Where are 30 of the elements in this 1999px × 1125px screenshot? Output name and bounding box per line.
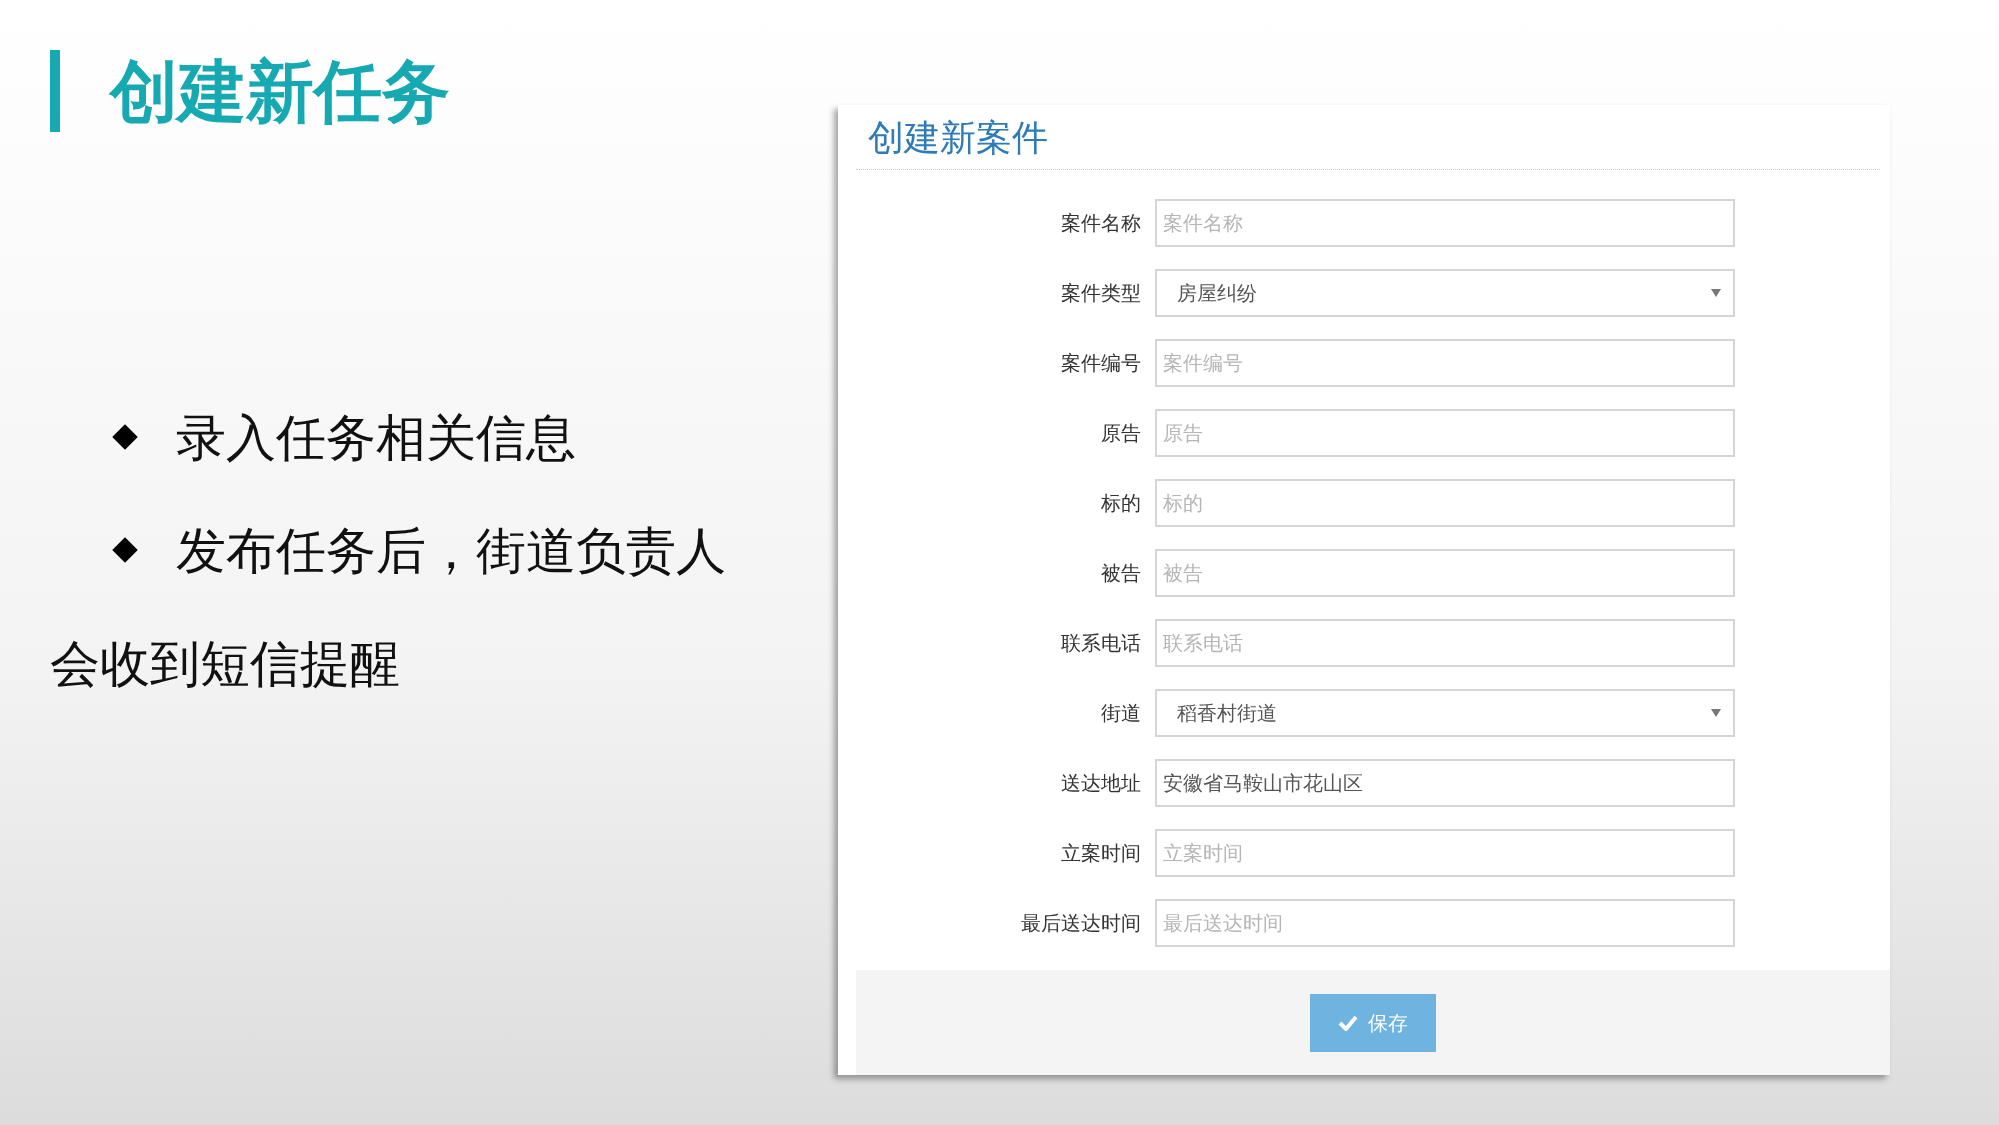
field-label: 送达地址 bbox=[1060, 771, 1142, 796]
input-field[interactable]: 最后送达时间 bbox=[1155, 899, 1735, 947]
field-label: 被告 bbox=[1100, 561, 1142, 586]
field-label: 联系电话 bbox=[1060, 631, 1142, 656]
bullet-text: 录入任务相关信息 bbox=[176, 410, 576, 466]
bullet-text: 发布任务后，街道负责人 bbox=[176, 523, 726, 579]
field-label: 案件编号 bbox=[1060, 351, 1142, 376]
field-label: 案件名称 bbox=[1060, 211, 1142, 236]
form-title: 创建新案件 bbox=[867, 116, 1049, 160]
input-field[interactable]: 安徽省马鞍山市花山区 bbox=[1155, 759, 1735, 807]
field-label: 立案时间 bbox=[1060, 841, 1142, 866]
field-label: 原告 bbox=[1100, 421, 1142, 446]
input-field[interactable]: 原告 bbox=[1155, 409, 1735, 457]
slide-title: 创建新任务 bbox=[110, 57, 450, 125]
field-label: 街道 bbox=[1100, 701, 1142, 726]
field-label: 案件类型 bbox=[1060, 281, 1142, 306]
caret-icon bbox=[1711, 289, 1721, 297]
caret-icon bbox=[1711, 709, 1721, 717]
field-label: 最后送达时间 bbox=[1020, 911, 1142, 936]
check-icon bbox=[1338, 1014, 1358, 1031]
input-field[interactable]: 联系电话 bbox=[1155, 619, 1735, 667]
dropdown-field[interactable]: 稻香村街道 bbox=[1155, 689, 1735, 737]
input-field[interactable]: 案件编号 bbox=[1155, 339, 1735, 387]
field-label: 标的 bbox=[1100, 491, 1142, 516]
input-field[interactable]: 立案时间 bbox=[1155, 829, 1735, 877]
input-field[interactable]: 被告 bbox=[1155, 549, 1735, 597]
dropdown-field[interactable]: 房屋纠纷 bbox=[1155, 269, 1735, 317]
bullet-text: 会收到短信提醒 bbox=[50, 636, 400, 692]
input-field[interactable]: 标的 bbox=[1155, 479, 1735, 527]
input-field[interactable]: 案件名称 bbox=[1155, 199, 1735, 247]
